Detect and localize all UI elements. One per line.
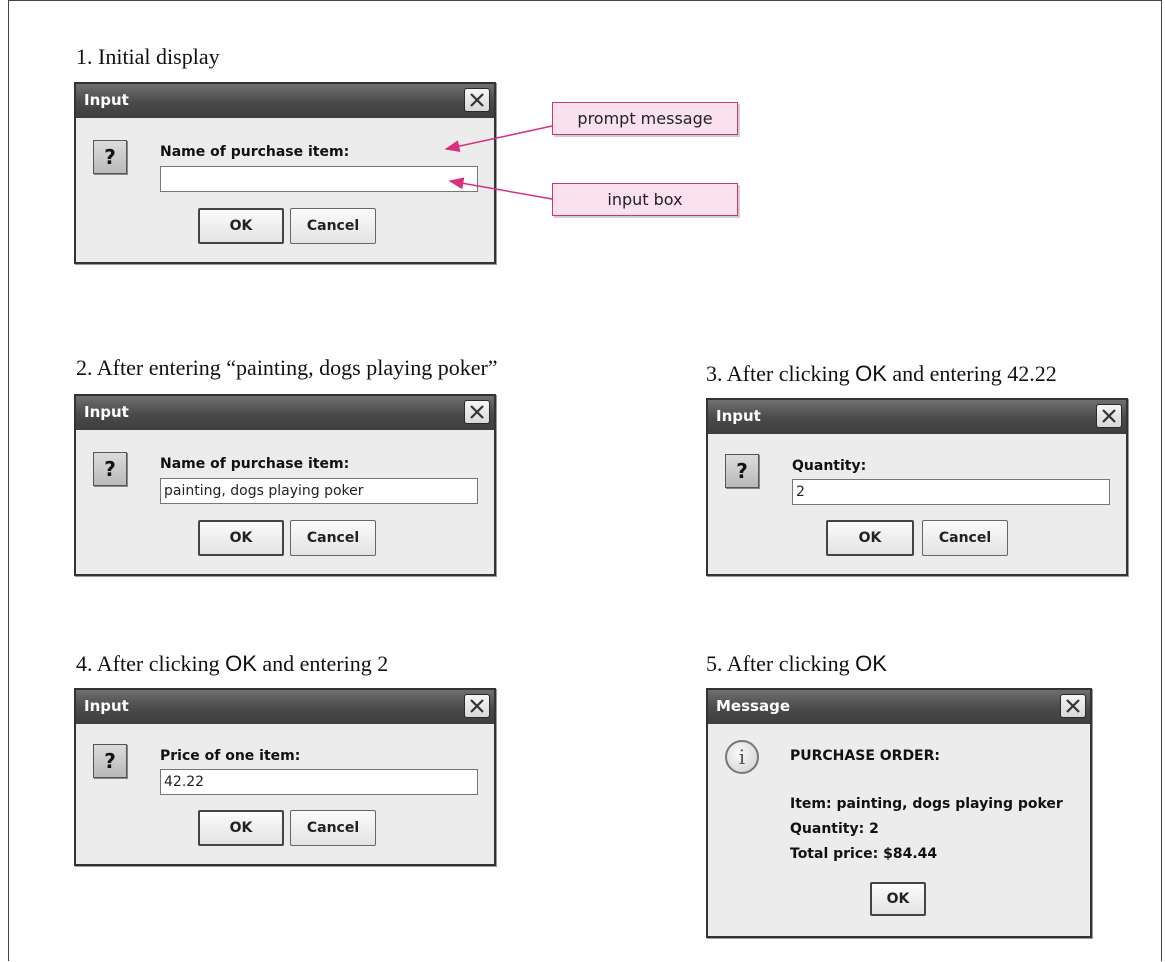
- dialog-title: Input: [84, 697, 129, 715]
- ok-button[interactable]: OK: [870, 882, 926, 916]
- step-3-caption: 3. After clicking OK and entering 42.22: [706, 361, 1057, 386]
- prompt-message: Quantity:: [792, 458, 867, 474]
- input-arrow: [448, 177, 553, 200]
- message-line-quantity: Quantity: 2: [790, 821, 879, 837]
- close-icon: [470, 699, 484, 713]
- close-icon: [1066, 699, 1080, 713]
- question-icon: ?: [725, 454, 759, 488]
- question-icon: ?: [93, 744, 127, 778]
- ok-button[interactable]: OK: [826, 520, 914, 556]
- cancel-button[interactable]: Cancel: [922, 520, 1008, 556]
- step-2-caption: 2. After entering “painting, dogs playin…: [76, 355, 498, 380]
- title-bar[interactable]: Input: [76, 396, 494, 430]
- cancel-button[interactable]: Cancel: [290, 810, 376, 846]
- input-field[interactable]: 42.22: [160, 769, 478, 795]
- title-bar[interactable]: Message: [708, 690, 1090, 724]
- message-line-total: Total price: $84.44: [790, 846, 938, 862]
- title-bar[interactable]: Input: [708, 400, 1126, 434]
- dialog-title: Input: [716, 407, 761, 425]
- step-5-caption: 5. After clicking OK: [706, 651, 887, 676]
- info-icon: i: [725, 740, 759, 774]
- close-button[interactable]: [464, 400, 490, 424]
- close-button[interactable]: [464, 694, 490, 718]
- dialog-title: Message: [716, 697, 790, 715]
- ok-button[interactable]: OK: [198, 520, 284, 556]
- step-4-caption: 4. After clicking OK and entering 2: [76, 651, 389, 676]
- input-field[interactable]: 2: [792, 479, 1110, 505]
- prompt-arrow: [444, 125, 553, 153]
- input-dialog-step-2: Input ? Name of purchase item: painting,…: [74, 394, 496, 576]
- title-bar[interactable]: Input: [76, 690, 494, 724]
- message-dialog-step-5: Message i PURCHASE ORDER: Item: painting…: [706, 688, 1092, 938]
- prompt-message: Price of one item:: [160, 748, 301, 764]
- ok-button[interactable]: OK: [198, 810, 284, 846]
- message-line-item: Item: painting, dogs playing poker: [790, 796, 1063, 812]
- message-heading: PURCHASE ORDER:: [790, 748, 941, 764]
- input-dialog-step-3: Input ? Quantity: 2 OK Cancel: [706, 398, 1128, 576]
- close-icon: [470, 405, 484, 419]
- question-icon: ?: [93, 452, 127, 486]
- close-button[interactable]: [1096, 404, 1122, 428]
- cancel-button[interactable]: Cancel: [290, 520, 376, 556]
- input-dialog-step-4: Input ? Price of one item: 42.22 OK Canc…: [74, 688, 496, 866]
- close-icon: [1102, 409, 1116, 423]
- prompt-message: Name of purchase item:: [160, 456, 350, 472]
- close-button[interactable]: [1060, 694, 1086, 718]
- input-field[interactable]: painting, dogs playing poker: [160, 478, 478, 504]
- dialog-title: Input: [84, 403, 129, 421]
